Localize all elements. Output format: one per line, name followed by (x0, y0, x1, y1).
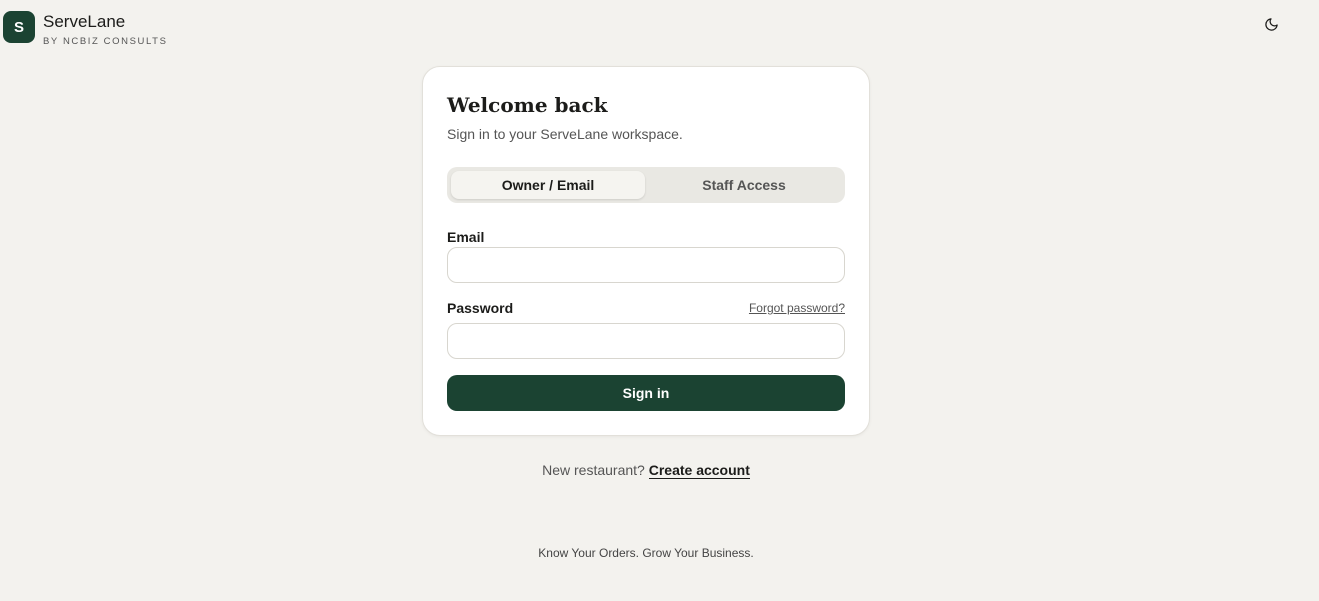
email-label: Email (447, 229, 485, 245)
brand-logo: S (3, 11, 35, 43)
brand-name: ServeLane (43, 12, 126, 31)
page-title: Welcome back (447, 93, 608, 117)
create-account-row: New restaurant? Create account (0, 462, 1292, 479)
login-method-tabs: Owner / Email Staff Access (447, 167, 845, 203)
brand-subtitle: BY NCBIZ CONSULTS (43, 36, 168, 47)
brand-text: ServeLane BY NCBIZ CONSULTS (43, 13, 168, 47)
signin-card: Welcome back Sign in to your ServeLane w… (422, 66, 870, 436)
signin-button[interactable]: Sign in (447, 375, 845, 411)
theme-toggle-button[interactable] (1258, 14, 1284, 40)
app-header: S ServeLane BY NCBIZ CONSULTS (0, 0, 1319, 56)
tab-owner-email[interactable]: Owner / Email (451, 171, 645, 199)
moon-icon (1264, 17, 1279, 37)
page-subtitle: Sign in to your ServeLane workspace. (447, 126, 683, 142)
tagline: Know Your Orders. Grow Your Business. (538, 546, 754, 560)
email-field[interactable] (447, 247, 845, 283)
brand[interactable]: S ServeLane BY NCBIZ CONSULTS (3, 11, 168, 47)
new-restaurant-prompt: New restaurant? (542, 462, 645, 478)
create-account-link[interactable]: Create account (648, 462, 750, 479)
forgot-password-link[interactable]: Forgot password? (749, 301, 845, 315)
password-label: Password (447, 300, 514, 316)
password-field[interactable] (447, 323, 845, 359)
tab-staff-access[interactable]: Staff Access (647, 171, 841, 199)
